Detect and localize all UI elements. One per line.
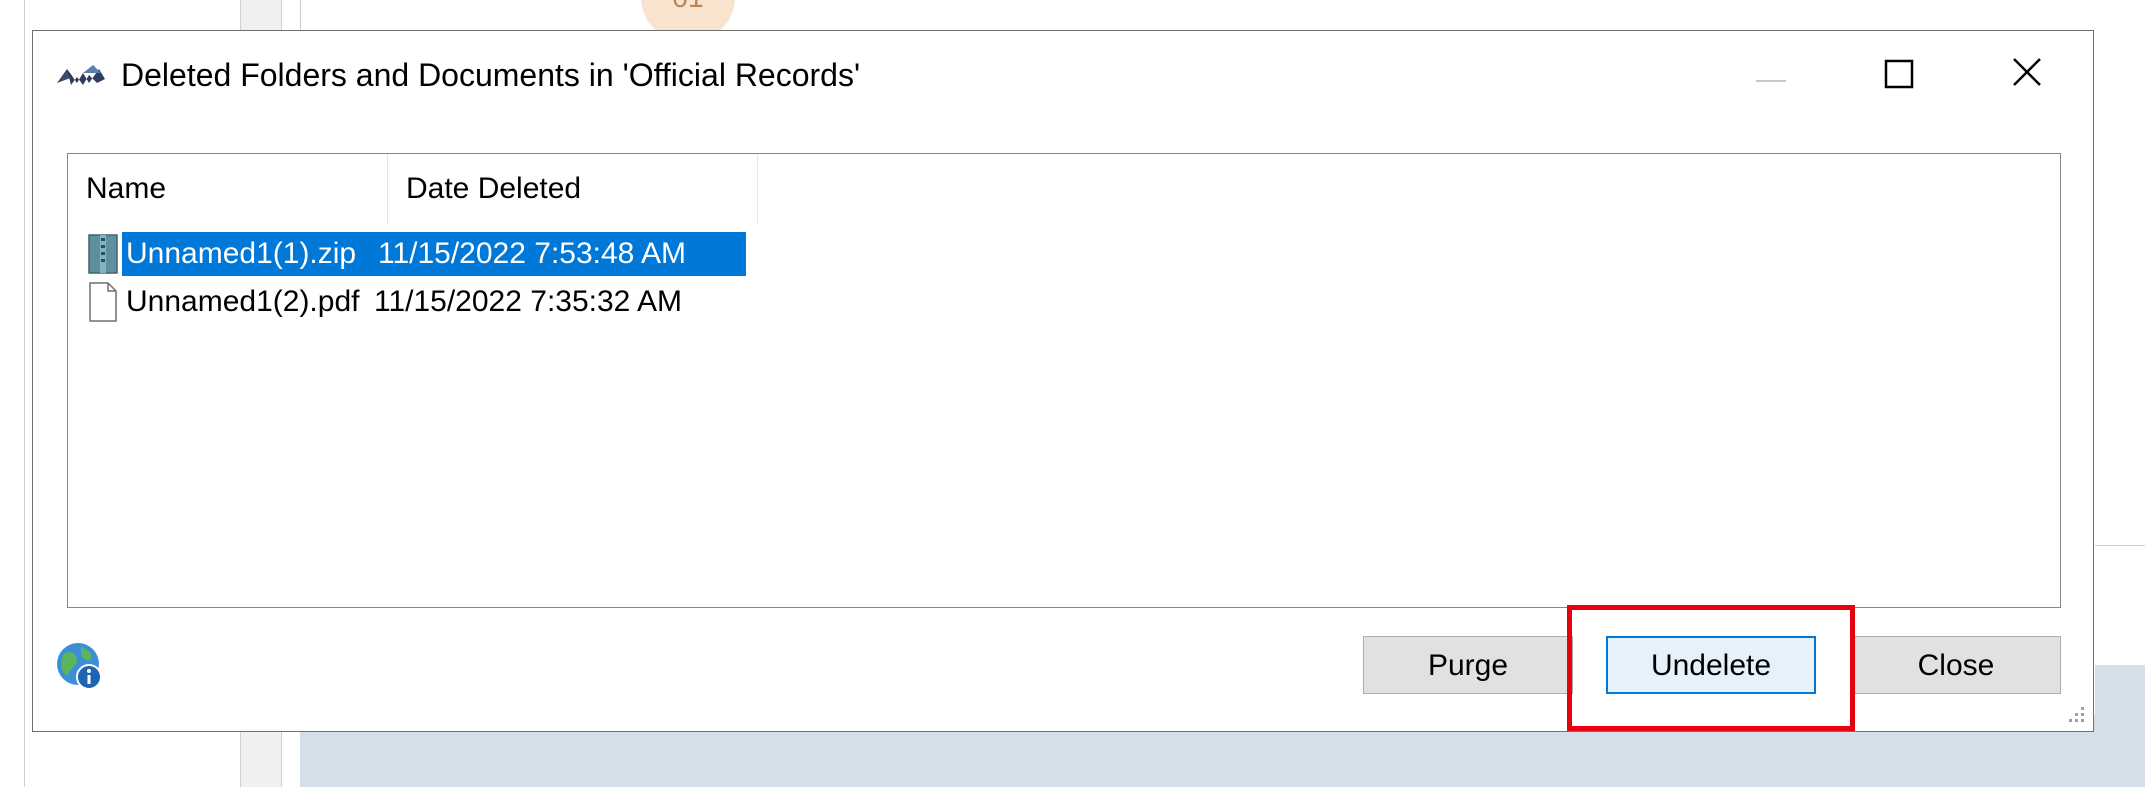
background-right-bottom-panel [2095, 665, 2145, 787]
item-name: Unnamed1(1).zip [122, 232, 406, 276]
dialog-title: Deleted Folders and Documents in 'Offici… [121, 57, 861, 93]
purge-button[interactable]: Purge [1363, 636, 1573, 694]
document-file-icon [89, 282, 117, 322]
globe-info-icon[interactable] [55, 641, 105, 691]
zip-file-icon [88, 234, 118, 274]
minimize-icon[interactable] [1728, 43, 1808, 103]
background-left-panel [0, 0, 25, 787]
app-logo-icon [57, 65, 105, 85]
close-icon[interactable] [1988, 43, 2068, 103]
column-header-name[interactable]: Name [68, 154, 388, 224]
deleted-items-list[interactable]: Name Date Deleted Unnamed1(1).zip 11/15/… [67, 153, 2061, 608]
maximize-icon[interactable] [1858, 43, 1938, 103]
item-name: Unnamed1(2).pdf [126, 285, 360, 318]
resize-grip-icon[interactable] [2063, 701, 2087, 725]
undelete-button[interactable]: Undelete [1606, 636, 1816, 694]
badge-text: 01 [641, 0, 735, 14]
column-header-date-deleted[interactable]: Date Deleted [388, 154, 758, 224]
close-button[interactable]: Close [1851, 636, 2061, 694]
deleted-items-dialog: Deleted Folders and Documents in 'Offici… [32, 30, 2094, 732]
item-date-deleted: 11/15/2022 7:35:32 AM [374, 285, 683, 318]
dialog-titlebar[interactable]: Deleted Folders and Documents in 'Offici… [33, 31, 2093, 121]
item-date-deleted: 11/15/2022 7:53:48 AM [370, 232, 746, 276]
